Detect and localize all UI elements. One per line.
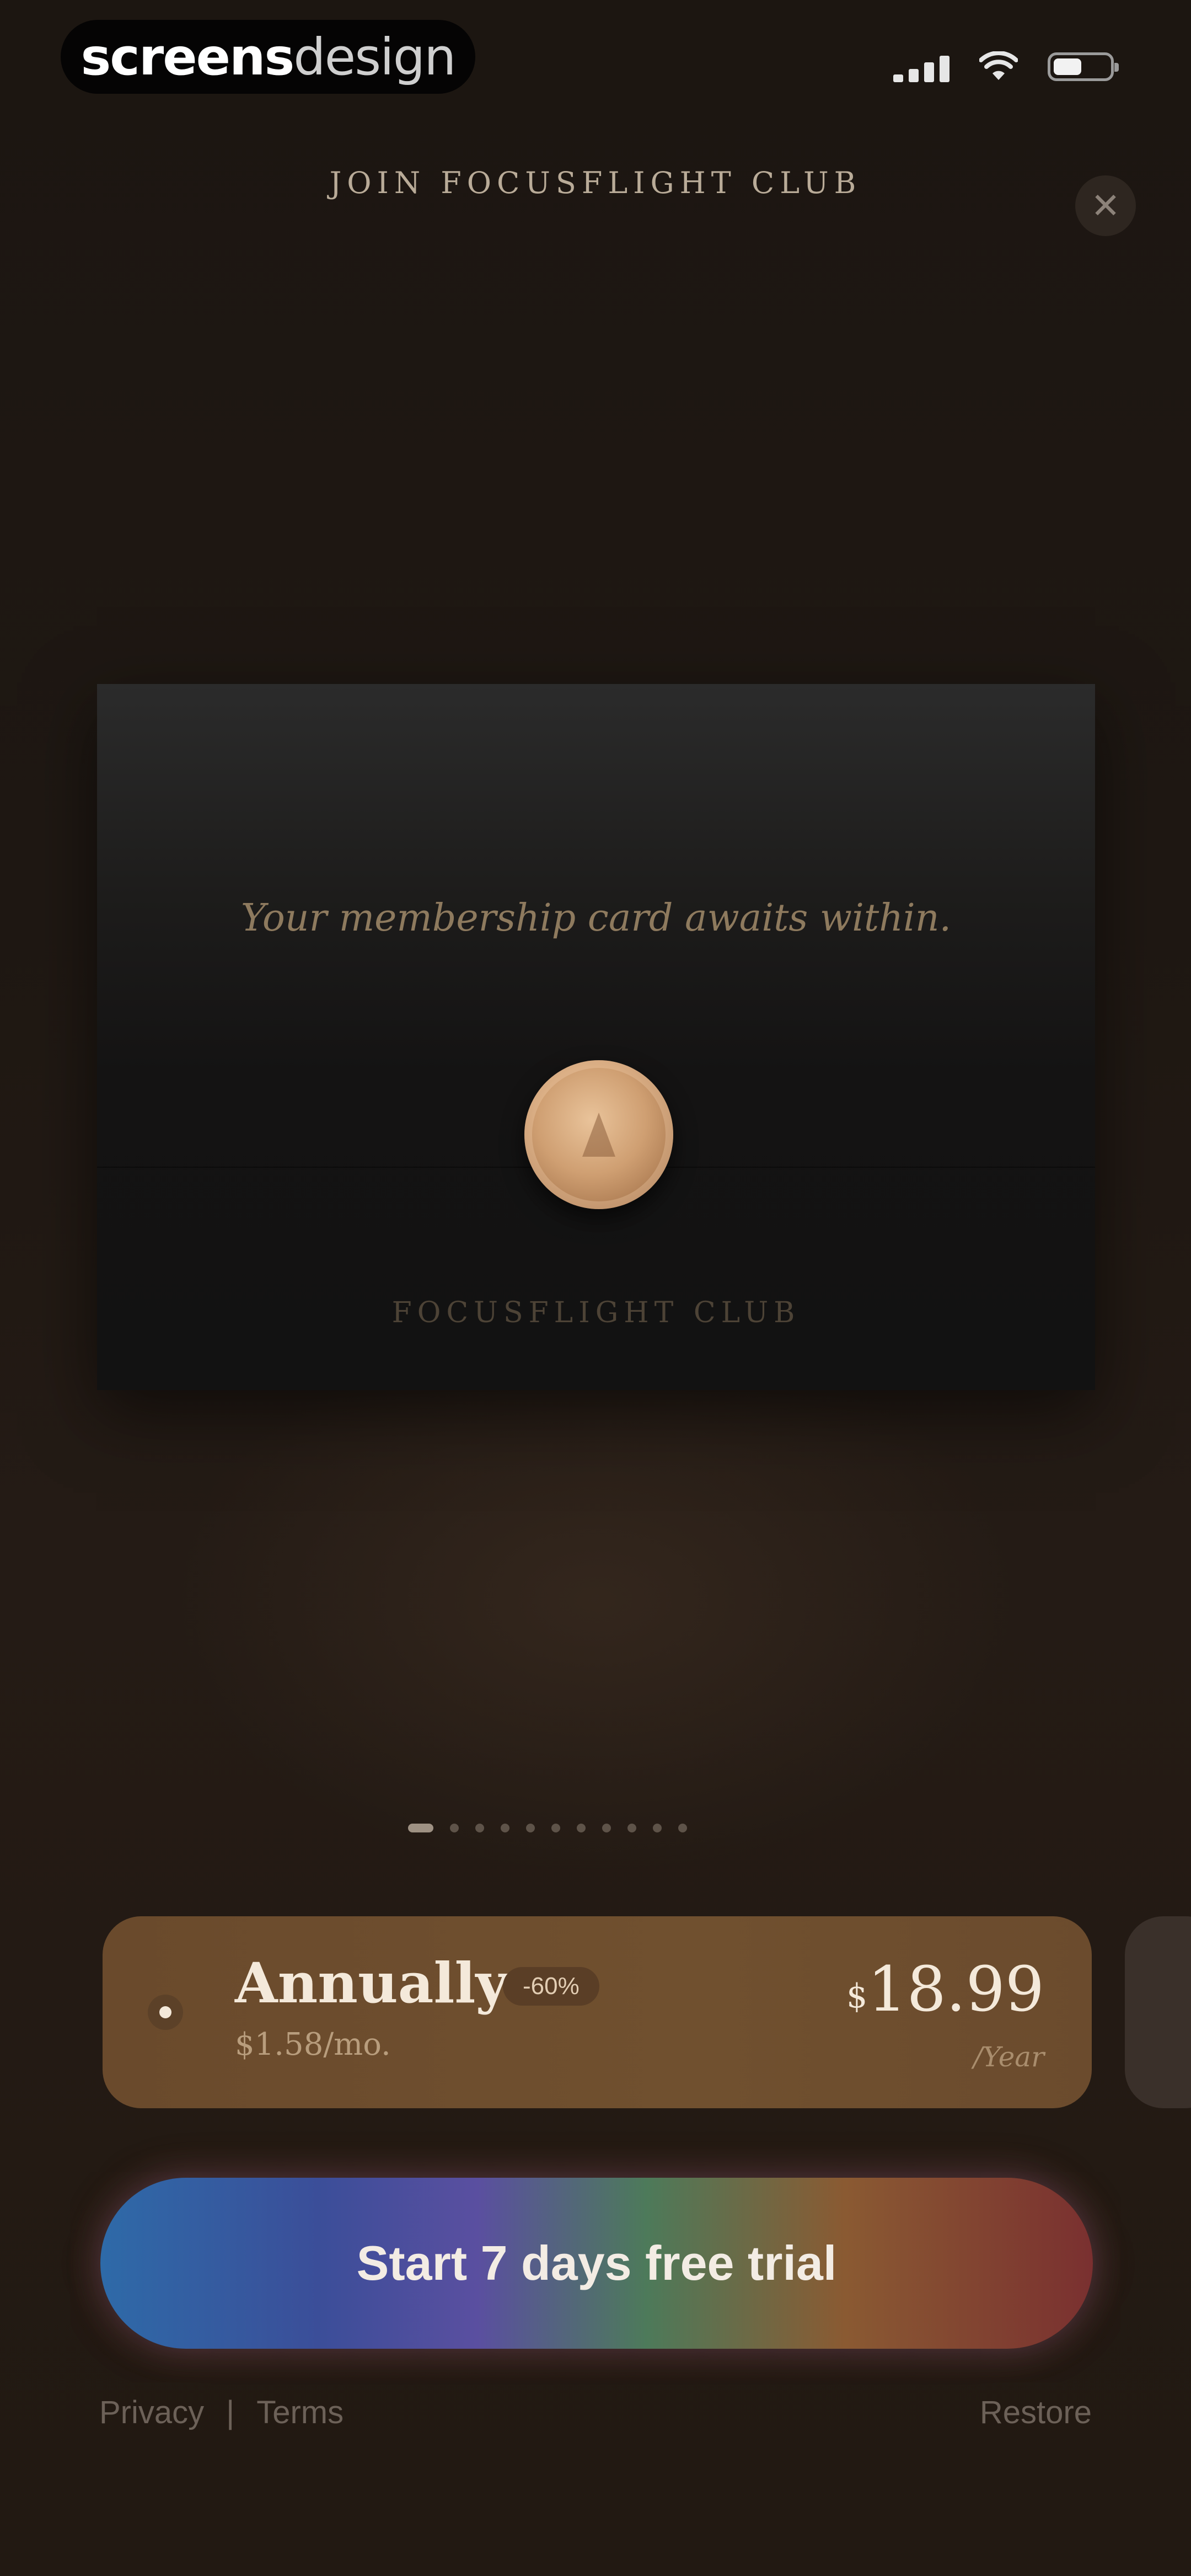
close-icon: ✕ — [1091, 185, 1120, 226]
status-icons — [893, 47, 1119, 86]
plan-name: Annually — [235, 1950, 508, 2016]
plan-option-next[interactable] — [1125, 1916, 1191, 2108]
logo-text-bold: screens — [81, 27, 295, 87]
wifi-icon — [979, 51, 1018, 80]
membership-card: Your membership card awaits within. FOCU… — [97, 684, 1095, 1390]
close-button[interactable]: ✕ — [1075, 175, 1136, 236]
page-dot[interactable] — [653, 1824, 662, 1832]
screensdesign-logo: screens design — [61, 20, 475, 94]
page-dot[interactable] — [602, 1824, 611, 1832]
plan-period: /Year — [973, 2041, 1044, 2073]
page-dot[interactable] — [450, 1824, 459, 1832]
cellular-signal-icon — [893, 51, 949, 82]
battery-icon — [1048, 52, 1119, 81]
page-dot[interactable] — [678, 1824, 687, 1832]
card-caption: Your membership card awaits within. — [240, 896, 952, 940]
restore-link[interactable]: Restore — [980, 2394, 1092, 2431]
page-dot[interactable] — [551, 1824, 560, 1832]
page-title: JOIN FOCUSFLIGHT CLUB — [329, 165, 862, 200]
page-dot[interactable] — [627, 1824, 636, 1832]
terms-link[interactable]: Terms — [256, 2394, 344, 2431]
logo-text-light: design — [293, 27, 456, 87]
page-dot-active[interactable] — [408, 1824, 433, 1832]
paywall-screen: screens design JOIN FOCUSFLIGHT CLUB ✕ Yo… — [0, 0, 1191, 2576]
page-dot[interactable] — [526, 1824, 535, 1832]
privacy-link[interactable]: Privacy — [99, 2394, 204, 2431]
card-brand: FOCUSFLIGHT CLUB — [391, 1296, 801, 1329]
plan-monthly-price: $1.58/mo. — [235, 2027, 391, 2062]
discount-badge: -60% — [503, 1967, 599, 2006]
page-indicator — [408, 1824, 687, 1832]
seal-emblem — [582, 1113, 615, 1157]
page-dot[interactable] — [577, 1824, 586, 1832]
page-dot[interactable] — [501, 1824, 509, 1832]
page-dot[interactable] — [475, 1824, 484, 1832]
start-trial-button[interactable]: Start 7 days free trial — [100, 2178, 1093, 2349]
price-currency: $ — [846, 1977, 868, 2016]
legal-links: Privacy | Terms — [99, 2394, 344, 2431]
plan-radio-selected[interactable] — [148, 1995, 183, 2030]
link-separator: | — [226, 2395, 235, 2430]
plan-price: $18.99 — [846, 1954, 1044, 2025]
plan-option-annually[interactable]: Annually -60% $1.58/mo. $18.99 /Year — [103, 1916, 1092, 2108]
wax-seal-icon[interactable] — [524, 1060, 673, 1209]
price-amount: 18.99 — [867, 1954, 1044, 2025]
